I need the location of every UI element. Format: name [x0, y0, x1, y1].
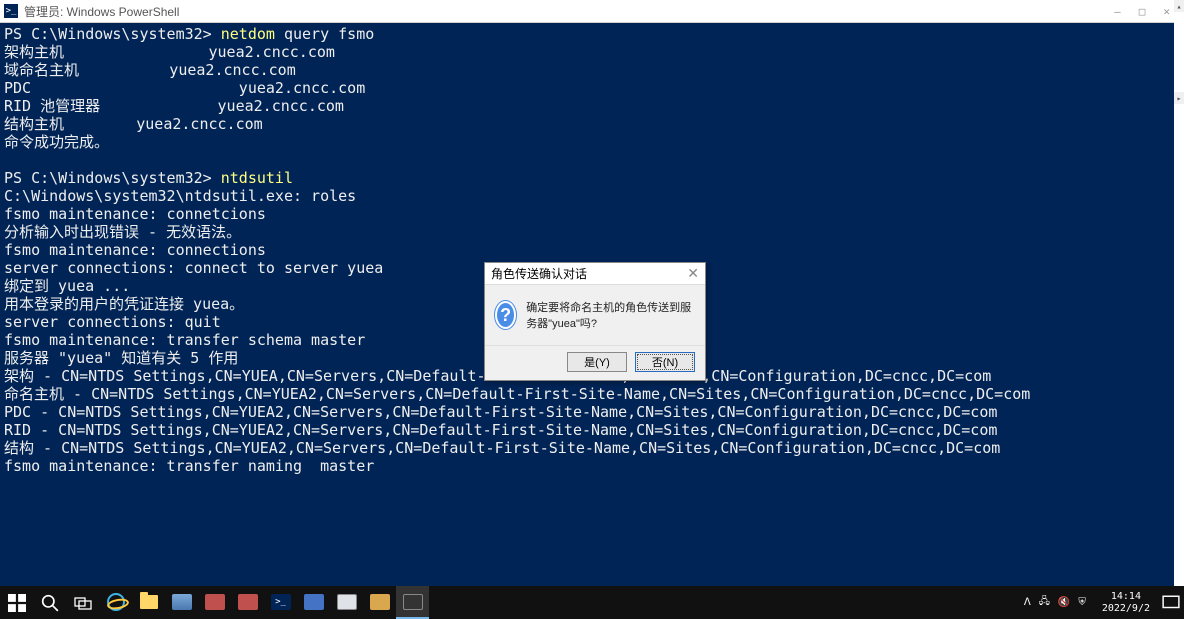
yes-button[interactable]: 是(Y) — [567, 352, 627, 372]
app-icon — [238, 594, 258, 610]
minimize-button[interactable]: — — [1114, 5, 1121, 18]
titlebar: >_ 管理员: Windows PowerShell — □ ✕ — [0, 0, 1174, 23]
start-button[interactable] — [0, 586, 33, 619]
command-args: query fsmo — [275, 25, 374, 43]
app-icon — [370, 594, 390, 610]
taskbar-app-ie[interactable] — [99, 586, 132, 619]
taskbar-left: >_ — [0, 586, 429, 619]
taskbar-app-3[interactable] — [297, 586, 330, 619]
dialog-body: ? 确定要将命名主机的角色传送到服务器"yuea"吗? — [485, 285, 705, 345]
taskbar-app-powershell[interactable]: >_ — [264, 586, 297, 619]
taskbar-app-server[interactable] — [165, 586, 198, 619]
powershell-taskbar-icon: >_ — [271, 594, 291, 610]
app-icon — [304, 594, 324, 610]
scroll-marker-icon[interactable]: ▸ — [1174, 92, 1184, 104]
scroll-up-icon[interactable]: ▴ — [1174, 0, 1184, 12]
taskbar-app-1[interactable] — [198, 586, 231, 619]
dialog-message: 确定要将命名主机的角色传送到服务器"yuea"吗? — [526, 299, 695, 331]
app-icon — [205, 594, 225, 610]
window-title: 管理员: Windows PowerShell — [24, 3, 179, 20]
no-button[interactable]: 否(N) — [635, 352, 695, 372]
search-button[interactable] — [33, 586, 66, 619]
ie-icon — [107, 593, 125, 611]
window-controls: — □ ✕ — [1114, 5, 1170, 18]
tray-chevron-icon[interactable]: ᐱ — [1024, 597, 1031, 608]
taskbar-app-2[interactable] — [231, 586, 264, 619]
server-icon — [172, 594, 192, 610]
confirm-dialog: 角色传送确认对话 ✕ ? 确定要将命名主机的角色传送到服务器"yuea"吗? 是… — [484, 262, 706, 381]
terminal-output[interactable]: PS C:\Windows\system32> netdom query fsm… — [0, 23, 1174, 477]
prompt: PS C:\Windows\system32> — [4, 169, 221, 187]
scrollbar[interactable]: ▴ ▸ — [1174, 0, 1184, 586]
taskbar-right: ᐱ 🖧 🔇 ⛨ 14:14 2022/9/2 — [1016, 586, 1184, 619]
tray-network-icon[interactable]: 🖧 — [1039, 594, 1050, 611]
notifications-button[interactable] — [1158, 586, 1184, 619]
taskbar: >_ ᐱ 🖧 🔇 ⛨ 14:14 2022/9/2 — [0, 586, 1184, 619]
dialog-title-text: 角色传送确认对话 — [491, 265, 587, 282]
clock-date: 2022/9/2 — [1102, 603, 1150, 615]
dialog-titlebar: 角色传送确认对话 ✕ — [485, 263, 705, 285]
maximize-button[interactable]: □ — [1139, 5, 1146, 18]
app-icon — [337, 594, 357, 610]
taskbar-app-5[interactable] — [363, 586, 396, 619]
system-tray[interactable]: ᐱ 🖧 🔇 ⛨ — [1016, 594, 1094, 611]
powershell-icon: >_ — [4, 4, 18, 18]
taskbar-app-active[interactable] — [396, 586, 429, 619]
output-block: 架构主机 yuea2.cncc.com 域命名主机 yuea2.cncc.com… — [4, 43, 365, 151]
tray-sound-icon[interactable]: 🔇 — [1058, 597, 1070, 608]
command: ntdsutil — [221, 169, 293, 187]
command: netdom — [221, 25, 275, 43]
dialog-buttons: 是(Y) 否(N) — [485, 345, 705, 380]
taskbar-app-4[interactable] — [330, 586, 363, 619]
terminal-icon — [403, 594, 423, 610]
tray-shield-icon[interactable]: ⛨ — [1078, 597, 1086, 608]
dialog-close-button[interactable]: ✕ — [687, 265, 699, 282]
clock-time: 14:14 — [1102, 591, 1150, 603]
taskbar-clock[interactable]: 14:14 2022/9/2 — [1094, 591, 1158, 615]
close-button[interactable]: ✕ — [1163, 5, 1170, 18]
folder-icon — [140, 595, 158, 609]
prompt: PS C:\Windows\system32> — [4, 25, 221, 43]
question-icon: ? — [495, 301, 516, 329]
taskview-button[interactable] — [66, 586, 99, 619]
taskbar-app-explorer[interactable] — [132, 586, 165, 619]
